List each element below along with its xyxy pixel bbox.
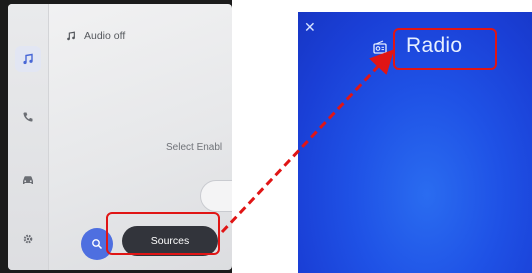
close-icon[interactable]: ✕ bbox=[304, 20, 316, 34]
partial-source-button[interactable] bbox=[200, 180, 232, 212]
select-prompt-text: Select Enabl bbox=[166, 142, 223, 153]
audio-status-text: Audio off bbox=[84, 30, 126, 42]
settings-gear-icon bbox=[23, 234, 33, 244]
radio-icon bbox=[373, 40, 387, 54]
side-navigation-rail bbox=[8, 4, 49, 270]
sources-highlight-box bbox=[106, 212, 220, 255]
music-note-icon bbox=[23, 53, 33, 65]
rail-car-button[interactable] bbox=[15, 167, 41, 193]
car-icon bbox=[23, 176, 33, 184]
tutorial-composite: Audio off Select Enabl Sources ✕ Radio bbox=[0, 0, 532, 273]
music-note-icon bbox=[67, 31, 75, 41]
search-icon bbox=[92, 239, 103, 250]
rail-settings-button[interactable] bbox=[15, 226, 41, 252]
rail-phone-button[interactable] bbox=[15, 104, 41, 130]
audio-status-header: Audio off bbox=[66, 30, 125, 42]
rail-music-button[interactable] bbox=[15, 46, 41, 72]
right-screen-photo: ✕ Radio bbox=[298, 12, 532, 273]
phone-icon bbox=[23, 112, 33, 122]
radio-highlight-box bbox=[393, 28, 497, 70]
left-screen-photo: Audio off Select Enabl Sources bbox=[0, 0, 232, 273]
